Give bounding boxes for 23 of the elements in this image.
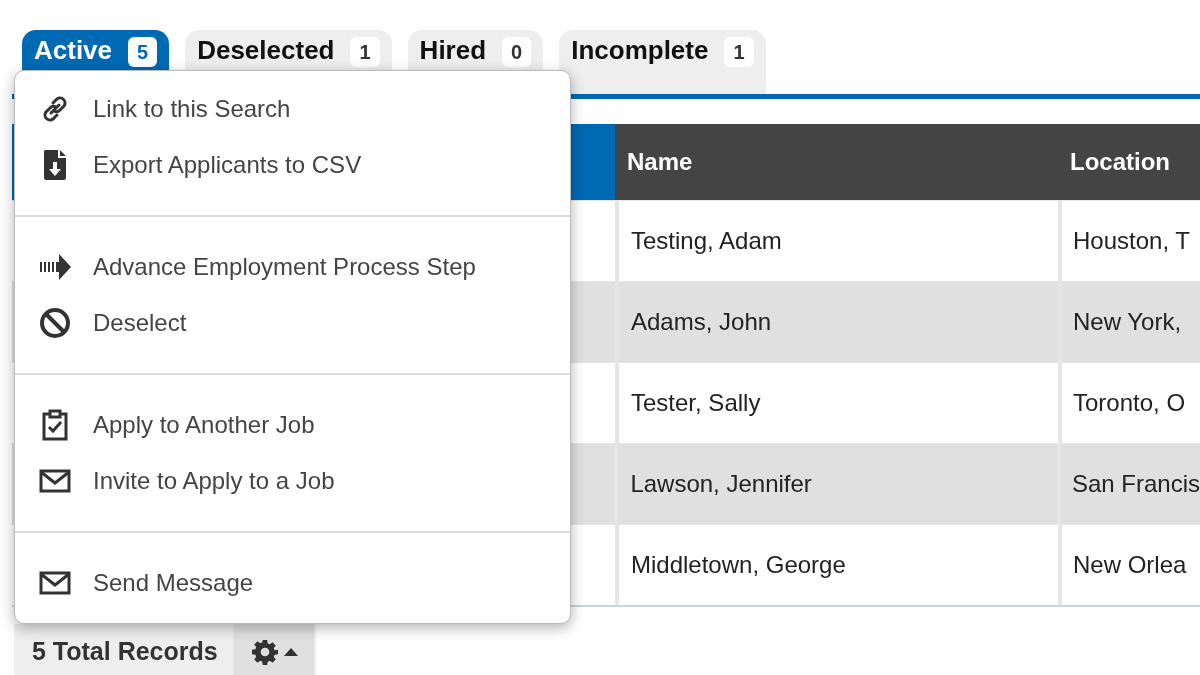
table-cell: Middletown, George	[615, 525, 1054, 605]
tab[interactable]: Incomplete 1	[559, 30, 766, 94]
menu-item[interactable]: Apply to Another Job	[15, 397, 570, 453]
envelope-icon	[39, 469, 71, 493]
count-badge: 1	[724, 37, 754, 67]
record-count: 5 Total Records	[14, 624, 236, 675]
column-header[interactable]: Name	[615, 124, 1058, 200]
envelope-icon	[39, 571, 71, 595]
menu-item[interactable]: Invite to Apply to a Job	[15, 453, 570, 509]
count-badge: 0	[502, 37, 532, 67]
count-badge: 1	[350, 37, 380, 67]
arrow-icon	[39, 254, 71, 280]
gear-icon	[251, 638, 278, 665]
ban-icon	[39, 307, 71, 339]
column-header[interactable]: Location	[1058, 124, 1200, 200]
menu-item[interactable]: Export Applicants to CSV	[15, 137, 570, 193]
menu-item[interactable]: Send Message	[15, 555, 570, 611]
menu-item[interactable]: Deselect	[15, 295, 570, 351]
settings-button[interactable]	[235, 624, 314, 675]
table-cell: New Orlea	[1058, 525, 1200, 605]
menu-item[interactable]: Advance Employment Process Step	[15, 239, 570, 295]
caret-icon	[283, 647, 298, 656]
count-badge: 5	[128, 37, 158, 67]
